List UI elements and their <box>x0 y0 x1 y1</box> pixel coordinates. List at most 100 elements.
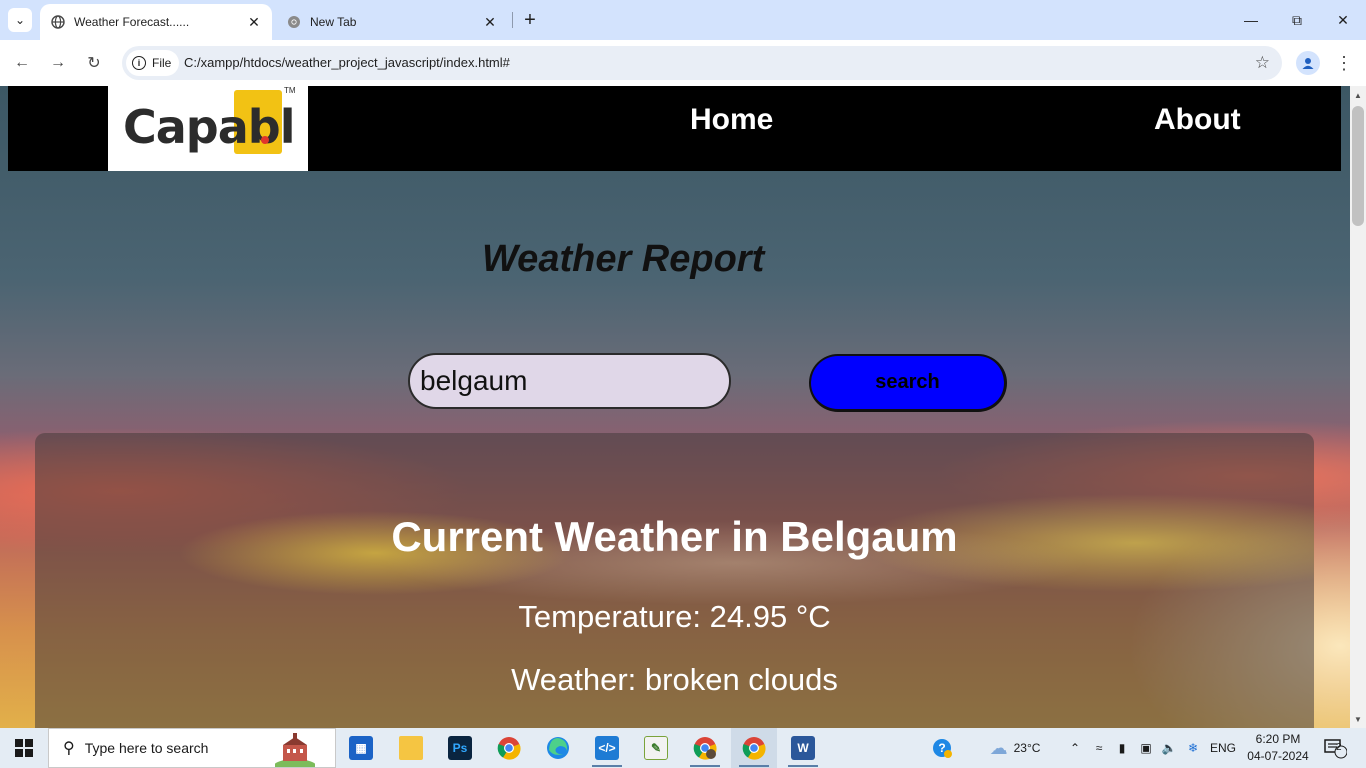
page-scrollbar[interactable]: ▲ ▼ <box>1350 86 1366 728</box>
taskbar-chrome-active-app[interactable] <box>731 728 777 768</box>
edge-icon <box>547 737 569 759</box>
taskbar-chrome-app[interactable] <box>486 728 532 768</box>
photoshop-icon: Ps <box>448 736 472 760</box>
arrow-right-icon: → <box>50 54 66 71</box>
search-icon: ⚲ <box>63 740 75 757</box>
clock-date: 04-07-2024 <box>1247 749 1309 763</box>
taskbar-search-placeholder: Type here to search <box>84 740 209 756</box>
globe-icon <box>50 14 66 30</box>
logo-red-dot <box>261 136 269 144</box>
taskbar-notepad-app[interactable]: ✎ <box>633 728 679 768</box>
taskbar-clock[interactable]: 6:20 PM 04-07-2024 <box>1246 731 1310 765</box>
back-button[interactable]: ← <box>9 50 35 76</box>
bookmark-star-icon[interactable]: ☆ <box>1255 53 1270 73</box>
restore-icon: ⧉ <box>1292 11 1302 28</box>
browser-menu-button[interactable]: ⋮ <box>1334 50 1354 76</box>
logo-text: Capabl <box>123 100 295 154</box>
taskbar-file-explorer-app[interactable] <box>388 728 434 768</box>
notepad-icon: ✎ <box>644 736 668 760</box>
city-search-input[interactable] <box>408 353 731 409</box>
tab-title: New Tab <box>310 15 357 29</box>
arrow-left-icon: ← <box>14 54 30 71</box>
notification-center-button[interactable]: 2 <box>1320 728 1350 768</box>
weather-description-text: Weather: broken clouds <box>511 662 838 697</box>
weather-widget[interactable]: ☁ 23°C <box>980 728 1050 768</box>
nav-about-link[interactable]: About <box>1154 103 1241 137</box>
windows-logo-icon <box>15 739 33 757</box>
tab-weather-forecast[interactable]: Weather Forecast...... ✕ <box>40 4 272 40</box>
word-icon: W <box>791 736 815 760</box>
volume-icon[interactable]: 🔈 <box>1160 728 1178 768</box>
scroll-down-arrow-icon[interactable]: ▼ <box>1350 710 1366 728</box>
tab-new-tab[interactable]: New Tab ✕ <box>276 4 508 40</box>
search-button[interactable]: search <box>809 354 1007 412</box>
battery-icon[interactable]: ▮ <box>1113 728 1131 768</box>
reload-button[interactable]: ↻ <box>81 50 107 76</box>
url-text[interactable]: C:/xampp/htdocs/weather_project_javascri… <box>184 55 510 70</box>
scroll-up-arrow-icon[interactable]: ▲ <box>1350 86 1366 104</box>
temperature-text: Temperature: 24.95 °C <box>518 599 831 634</box>
tab-title: Weather Forecast...... <box>74 15 190 29</box>
page-title: Weather Report <box>482 238 765 280</box>
taskbar-vscode-app[interactable]: </> <box>584 728 630 768</box>
tab-divider <box>512 12 513 28</box>
browser-tab-strip: ⌄ Weather Forecast...... ✕ New Tab ✕ + —… <box>0 0 1366 40</box>
close-window-button[interactable]: ✕ <box>1320 0 1366 40</box>
scheme-label: File <box>152 56 172 70</box>
clock-time: 6:20 PM <box>1255 732 1301 746</box>
search-highlight-image <box>275 733 315 767</box>
weather-heading: Current Weather in Belgaum <box>391 513 958 560</box>
address-bar[interactable]: i File C:/xampp/htdocs/weather_project_j… <box>122 46 1282 80</box>
folder-icon <box>399 736 423 760</box>
taskbar-edge-app[interactable] <box>535 728 581 768</box>
store-icon: ▦ <box>349 736 373 760</box>
chrome-icon <box>742 737 766 760</box>
taskbar-search-box[interactable]: ⚲ Type here to search <box>48 728 336 768</box>
chevron-down-icon: ⌄ <box>14 13 26 27</box>
tab-search-button[interactable]: ⌄ <box>8 8 32 32</box>
scroll-thumb[interactable] <box>1352 106 1364 226</box>
snowflake-app-icon[interactable]: ❄ <box>1184 728 1202 768</box>
taskbar-store-app[interactable]: ▦ <box>338 728 384 768</box>
vscode-icon: </> <box>595 736 619 760</box>
cloud-sun-icon: ☁ <box>989 737 1008 758</box>
restore-button[interactable]: ⧉ <box>1274 0 1320 40</box>
minimize-button[interactable]: — <box>1228 0 1274 40</box>
forward-button[interactable]: → <box>45 50 71 76</box>
meet-now-icon[interactable]: ▣ <box>1137 728 1155 768</box>
reload-icon: ↻ <box>87 55 101 72</box>
chrome-icon <box>497 737 521 760</box>
page-viewport: Capabl TM Home About Weather Report sear… <box>0 86 1350 728</box>
plus-icon: + <box>524 8 536 31</box>
person-icon <box>1302 58 1314 69</box>
chrome-profile-icon <box>693 737 717 760</box>
taskbar-chrome-profile-app[interactable] <box>682 728 728 768</box>
info-icon: i <box>132 56 146 70</box>
nav-home-link[interactable]: Home <box>690 103 773 137</box>
close-icon: ✕ <box>1337 11 1349 28</box>
chrome-icon <box>286 14 302 30</box>
close-tab-icon[interactable]: ✕ <box>244 12 264 32</box>
help-icon[interactable]: ? <box>928 728 956 768</box>
language-indicator[interactable]: ENG <box>1208 728 1238 768</box>
profile-button[interactable] <box>1296 51 1320 75</box>
capabl-logo[interactable]: Capabl TM <box>108 86 308 171</box>
notification-count-badge: 2 <box>1336 742 1342 753</box>
logo-trademark: TM <box>284 86 296 95</box>
network-icon[interactable]: ≈ <box>1090 728 1108 768</box>
new-tab-button[interactable]: + <box>518 8 542 32</box>
site-info-chip[interactable]: i File <box>126 50 180 76</box>
start-button[interactable] <box>0 728 48 768</box>
close-tab-icon[interactable]: ✕ <box>480 12 500 32</box>
windows-taskbar: ⚲ Type here to search ▦ Ps </> ✎ W ? ☁ 2… <box>0 728 1366 768</box>
show-hidden-icons-chevron-icon[interactable]: ⌃ <box>1066 728 1084 768</box>
taskbar-photoshop-app[interactable]: Ps <box>437 728 483 768</box>
browser-toolbar: ← → ↻ i File C:/xampp/htdocs/weather_pro… <box>0 40 1366 86</box>
taskbar-word-app[interactable]: W <box>780 728 826 768</box>
weather-widget-temp: 23°C <box>1013 741 1041 755</box>
kebab-menu-icon: ⋮ <box>1335 52 1353 73</box>
weather-result-card: Current Weather in Belgaum Temperature: … <box>35 433 1314 728</box>
notification-icon <box>1324 739 1347 759</box>
minimize-icon: — <box>1244 12 1258 28</box>
site-navbar: Capabl TM Home About <box>8 86 1341 171</box>
